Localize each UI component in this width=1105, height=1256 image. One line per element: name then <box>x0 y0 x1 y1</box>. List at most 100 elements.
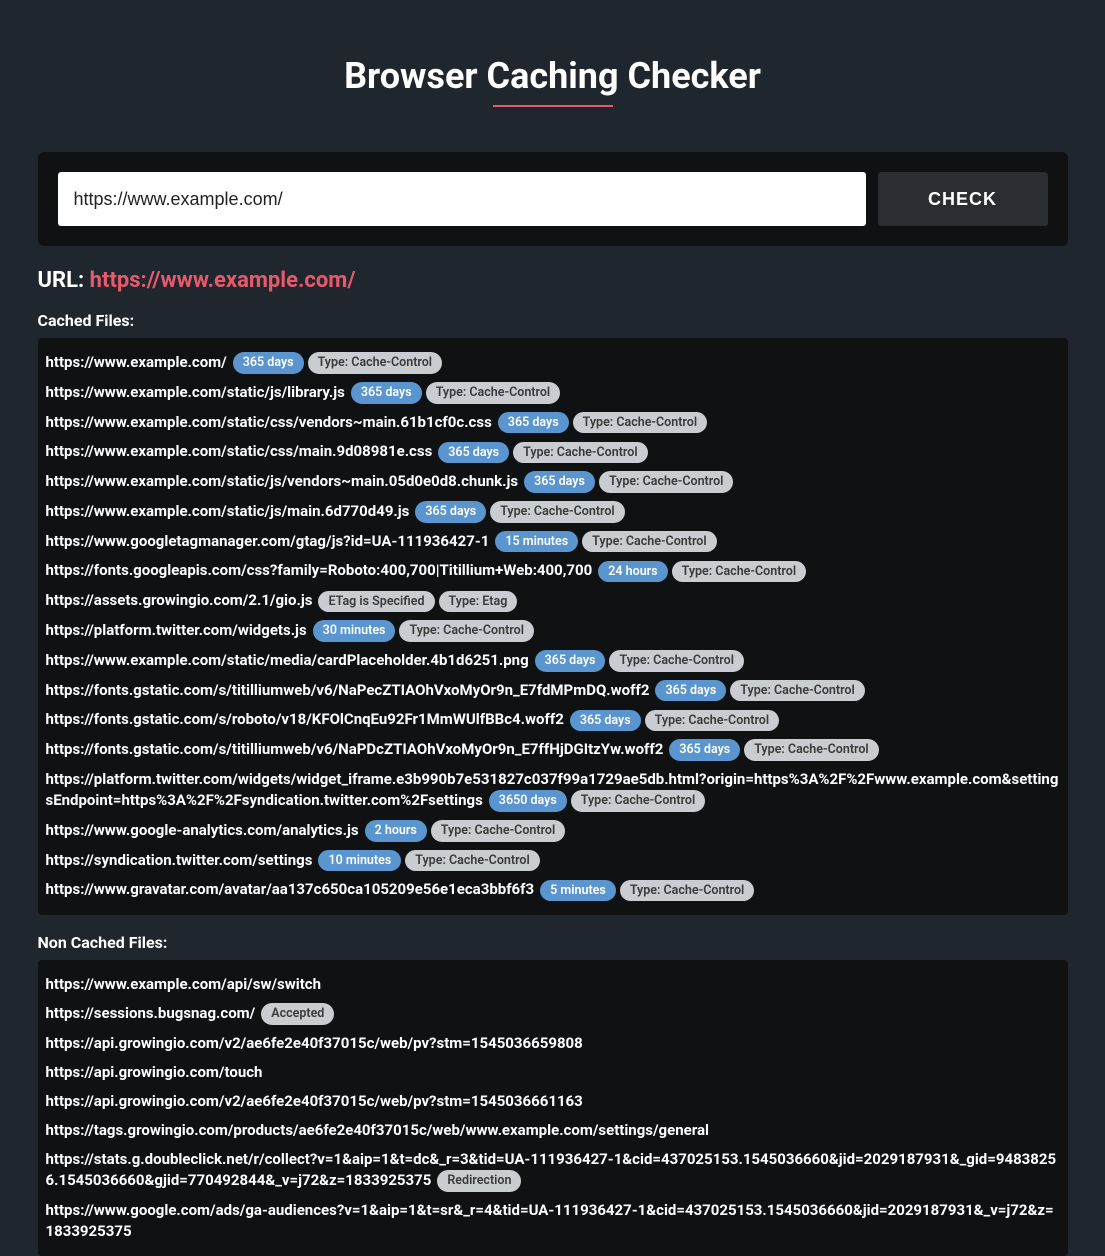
duration-badge: 10 minutes <box>318 850 401 872</box>
noncached-file-row: https://api.growingio.com/v2/ae6fe2e40f3… <box>46 1087 1060 1116</box>
cached-file-row: https://www.example.com/static/js/librar… <box>46 378 1060 408</box>
file-url: https://www.example.com/api/sw/switch <box>46 975 322 993</box>
file-url: https://www.example.com/static/js/librar… <box>46 383 345 401</box>
type-badge: Type: Etag <box>439 591 518 613</box>
file-url: https://syndication.twitter.com/settings <box>46 851 313 869</box>
file-url: https://www.example.com/static/media/car… <box>46 651 529 669</box>
cached-file-row: https://www.gravatar.com/avatar/aa137c65… <box>46 875 1060 905</box>
duration-badge: 2 hours <box>365 820 427 842</box>
duration-badge: 365 days <box>655 680 726 702</box>
type-badge: Type: Cache-Control <box>645 710 779 732</box>
type-badge: Type: Cache-Control <box>672 561 806 583</box>
type-badge: Type: Cache-Control <box>582 531 716 553</box>
cached-file-row: https://www.example.com/static/css/main.… <box>46 437 1060 467</box>
type-badge: Type: Cache-Control <box>426 382 560 404</box>
duration-badge: 365 days <box>535 650 606 672</box>
cached-file-row: https://platform.twitter.com/widgets.js 3… <box>46 616 1060 646</box>
cached-file-row: https://fonts.gstatic.com/s/titilliumweb… <box>46 676 1060 706</box>
duration-badge: 24 hours <box>598 561 667 583</box>
duration-badge: 365 days <box>669 739 740 761</box>
file-url: https://fonts.googleapis.com/css?family=… <box>46 561 593 579</box>
cached-file-row: https://www.example.com/static/js/vendor… <box>46 467 1060 497</box>
file-url: https://assets.growingio.com/2.1/gio.js <box>46 591 313 609</box>
type-badge: Type: Cache-Control <box>744 739 878 761</box>
etag-badge: ETag is Specified <box>318 591 434 613</box>
type-badge: Type: Cache-Control <box>620 880 754 902</box>
duration-badge: 365 days <box>233 352 304 374</box>
file-url: https://www.googletagmanager.com/gtag/js… <box>46 532 490 550</box>
noncached-file-row: https://api.growingio.com/touch <box>46 1058 1060 1087</box>
type-badge: Type: Cache-Control <box>405 850 539 872</box>
page-title: Browser Caching Checker <box>38 55 1068 97</box>
noncached-file-row: https://api.growingio.com/v2/ae6fe2e40f3… <box>46 1029 1060 1058</box>
duration-badge: 5 minutes <box>540 880 616 902</box>
file-url: https://www.example.com/static/js/vendor… <box>46 472 519 490</box>
type-badge: Type: Cache-Control <box>573 412 707 434</box>
status-badge: Redirection <box>437 1170 521 1192</box>
duration-badge: 3650 days <box>489 790 567 812</box>
type-badge: Type: Cache-Control <box>513 442 647 464</box>
file-url: https://api.growingio.com/v2/ae6fe2e40f3… <box>46 1092 583 1110</box>
type-badge: Type: Cache-Control <box>308 352 442 374</box>
duration-badge: 365 days <box>498 412 569 434</box>
cached-file-row: https://www.example.com/static/css/vendo… <box>46 408 1060 438</box>
noncached-file-row: https://stats.g.doubleclick.net/r/collec… <box>46 1145 1060 1196</box>
type-badge: Type: Cache-Control <box>431 820 565 842</box>
type-badge: Type: Cache-Control <box>399 620 533 642</box>
result-url-line: URL: https://www.example.com/ <box>38 268 1068 293</box>
cached-file-row: https://platform.twitter.com/widgets/wid… <box>46 765 1060 816</box>
duration-badge: 365 days <box>351 382 422 404</box>
duration-badge: 365 days <box>438 442 509 464</box>
file-url: https://fonts.gstatic.com/s/titilliumweb… <box>46 740 664 758</box>
noncached-file-row: https://tags.growingio.com/products/ae6f… <box>46 1116 1060 1145</box>
noncached-file-row: https://sessions.bugsnag.com/Accepted <box>46 999 1060 1029</box>
file-url: https://www.example.com/static/css/vendo… <box>46 413 492 431</box>
duration-badge: 365 days <box>570 710 641 732</box>
file-url: https://platform.twitter.com/widgets.js <box>46 621 307 639</box>
type-badge: Type: Cache-Control <box>609 650 743 672</box>
cached-files-label: Cached Files: <box>38 311 1068 330</box>
type-badge: Type: Cache-Control <box>599 471 733 493</box>
file-url: https://fonts.gstatic.com/s/titilliumweb… <box>46 681 650 699</box>
noncached-file-row: https://www.google.com/ads/ga-audiences?… <box>46 1196 1060 1246</box>
noncached-file-row: https://www.example.com/api/sw/switch <box>46 970 1060 999</box>
cached-file-row: https://fonts.gstatic.com/s/titilliumweb… <box>46 735 1060 765</box>
cached-file-row: https://assets.growingio.com/2.1/gio.js E… <box>46 586 1060 616</box>
url-input[interactable] <box>58 172 866 226</box>
result-url-label: URL: <box>38 268 90 293</box>
file-url: https://www.example.com/static/css/main.… <box>46 442 433 460</box>
duration-badge: 15 minutes <box>495 531 578 553</box>
file-url: https://api.growingio.com/v2/ae6fe2e40f3… <box>46 1034 583 1052</box>
cached-file-row: https://fonts.googleapis.com/css?family=… <box>46 556 1060 586</box>
file-url: https://api.growingio.com/touch <box>46 1063 263 1081</box>
cached-file-row: https://fonts.gstatic.com/s/roboto/v18/K… <box>46 705 1060 735</box>
file-url: https://www.example.com/ <box>46 353 227 371</box>
file-url: https://www.google-analytics.com/analyti… <box>46 821 359 839</box>
file-url: https://fonts.gstatic.com/s/roboto/v18/K… <box>46 710 564 728</box>
cached-files-box: https://www.example.com/365 daysType: Ca… <box>38 338 1068 915</box>
cached-file-row: https://www.example.com/static/media/car… <box>46 646 1060 676</box>
file-url: https://www.google.com/ads/ga-audiences?… <box>46 1201 1054 1240</box>
status-badge: Accepted <box>261 1003 334 1025</box>
check-button[interactable]: CHECK <box>878 172 1048 226</box>
cached-file-row: https://www.googletagmanager.com/gtag/js… <box>46 527 1060 557</box>
duration-badge: 30 minutes <box>313 620 396 642</box>
file-url: https://sessions.bugsnag.com/ <box>46 1004 256 1022</box>
cached-file-row: https://syndication.twitter.com/settings… <box>46 846 1060 876</box>
file-url: https://www.example.com/static/js/main.6… <box>46 502 410 520</box>
noncached-files-box: https://www.example.com/api/sw/switch htt… <box>38 960 1068 1256</box>
cached-file-row: https://www.example.com/static/js/main.6… <box>46 497 1060 527</box>
search-panel: CHECK <box>38 152 1068 246</box>
title-underline <box>493 105 613 107</box>
cached-file-row: https://www.example.com/365 daysType: Ca… <box>46 348 1060 378</box>
file-url: https://www.gravatar.com/avatar/aa137c65… <box>46 880 535 898</box>
result-url-value: https://www.example.com/ <box>90 268 356 293</box>
duration-badge: 365 days <box>524 471 595 493</box>
noncached-files-label: Non Cached Files: <box>38 933 1068 952</box>
type-badge: Type: Cache-Control <box>571 790 705 812</box>
file-url: https://tags.growingio.com/products/ae6f… <box>46 1121 710 1139</box>
type-badge: Type: Cache-Control <box>490 501 624 523</box>
cached-file-row: https://www.google-analytics.com/analyti… <box>46 816 1060 846</box>
file-url: https://stats.g.doubleclick.net/r/collec… <box>46 1150 1057 1189</box>
duration-badge: 365 days <box>415 501 486 523</box>
